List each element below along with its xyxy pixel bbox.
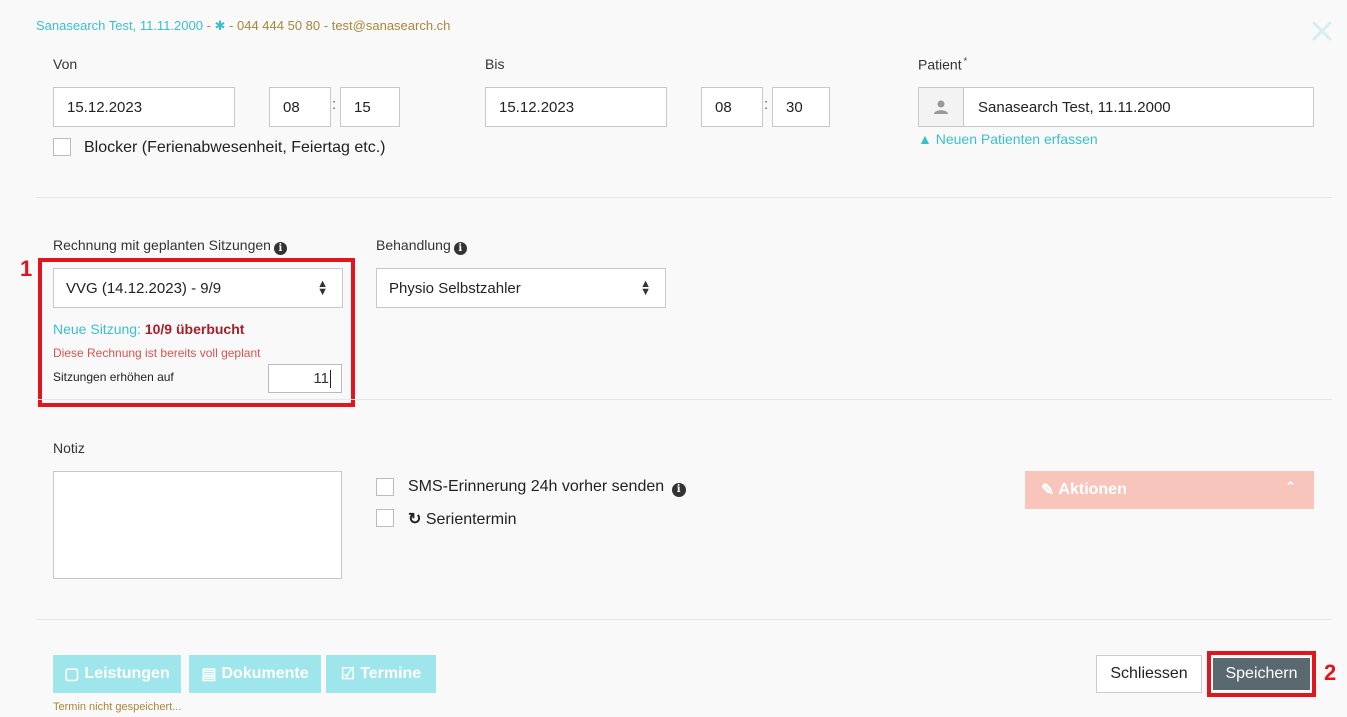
person-icon: ✱ [214,18,226,33]
treatment-select[interactable]: Physio Selbstzahler ▲ ▼ [376,268,666,308]
termine-button[interactable]: ☑ Termine [326,655,436,693]
new-session-info: Neue Sitzung: 10/9 überbucht [53,321,245,337]
new-patient-link[interactable]: ▲ Neuen Patienten erfassen [918,131,1098,147]
edit-icon: ✎ [1041,482,1055,499]
document-icon: ▤ [201,666,217,683]
patient-label: Patient * [918,56,968,73]
to-hour-input[interactable]: 08 [701,87,763,127]
chevron-up-icon: ⌃ [1285,479,1296,494]
info-icon[interactable]: i [671,483,686,497]
header-patient-name[interactable]: Sanasearch Test, 11.11.2000 [36,18,203,33]
blocker-checkbox[interactable] [53,138,71,156]
patient-header: Sanasearch Test, 11.11.2000 - ✱ - 044 44… [36,18,451,33]
increase-sessions-input[interactable]: 11 [268,364,342,393]
patient-value: Sanasearch Test, 11.11.2000 [978,98,1171,116]
series-checkbox[interactable] [376,509,394,527]
leistungen-button[interactable]: ▢ Leistungen [53,655,181,693]
note-textarea[interactable] [53,471,342,579]
treatment-label: Behandlung i [376,237,467,255]
select-arrows-icon: ▲ ▼ [317,278,328,298]
from-date-input[interactable]: 15.12.2023 [53,87,235,127]
from-hour-input[interactable]: 08 [269,87,331,127]
invoice-warning: Diese Rechnung ist bereits voll geplant [53,346,261,360]
to-minute-input[interactable]: 30 [772,87,830,127]
divider [36,197,1332,198]
save-status: Termin nicht gespeichert... [53,701,182,713]
header-email[interactable]: test@sanasearch.ch [332,18,451,33]
save-button[interactable]: Speichern [1213,658,1310,690]
sms-checkbox[interactable] [376,478,394,496]
user-plus-icon: ▲ [918,131,932,147]
divider [36,619,1332,620]
annotation-marker-2: 2 [1324,660,1337,685]
sms-label: SMS-Erinnerung 24h vorher senden i [408,478,686,497]
header-phone: 044 444 50 80 [237,18,321,33]
info-icon[interactable]: i [453,242,467,255]
increase-sessions-label: Sitzungen erhöhen auf [53,370,174,384]
actions-button[interactable]: ✎ Aktionen ⌃ [1025,471,1314,509]
to-label: Bis [485,56,505,72]
series-label: ↻ Serientermin [408,511,517,528]
refresh-icon: ↻ [408,511,422,528]
calendar-check-icon: ☑ [340,666,356,683]
to-date-input[interactable]: 15.12.2023 [485,87,667,127]
note-label: Notiz [53,440,85,456]
select-arrows-icon: ▲ ▼ [640,278,651,298]
info-icon[interactable]: i [273,242,287,255]
dokumente-button[interactable]: ▤ Dokumente [189,655,321,693]
close-button[interactable]: Schliessen [1096,655,1202,693]
from-label: Von [53,56,78,72]
divider [36,399,1332,400]
user-icon [919,88,964,126]
patient-field[interactable]: Sanasearch Test, 11.11.2000 [918,87,1314,127]
blocker-label: Blocker (Ferienabwesenheit, Feiertag etc… [84,139,386,156]
from-minute-input[interactable]: 15 [340,87,400,127]
invoice-label: Rechnung mit geplanten Sitzungen i [53,237,287,255]
invoice-select[interactable]: VVG (14.12.2023) - 9/9 ▲ ▼ [53,268,343,308]
annotation-marker-1: 1 [20,256,33,281]
file-icon: ▢ [64,666,80,683]
close-icon[interactable] [1311,20,1333,42]
